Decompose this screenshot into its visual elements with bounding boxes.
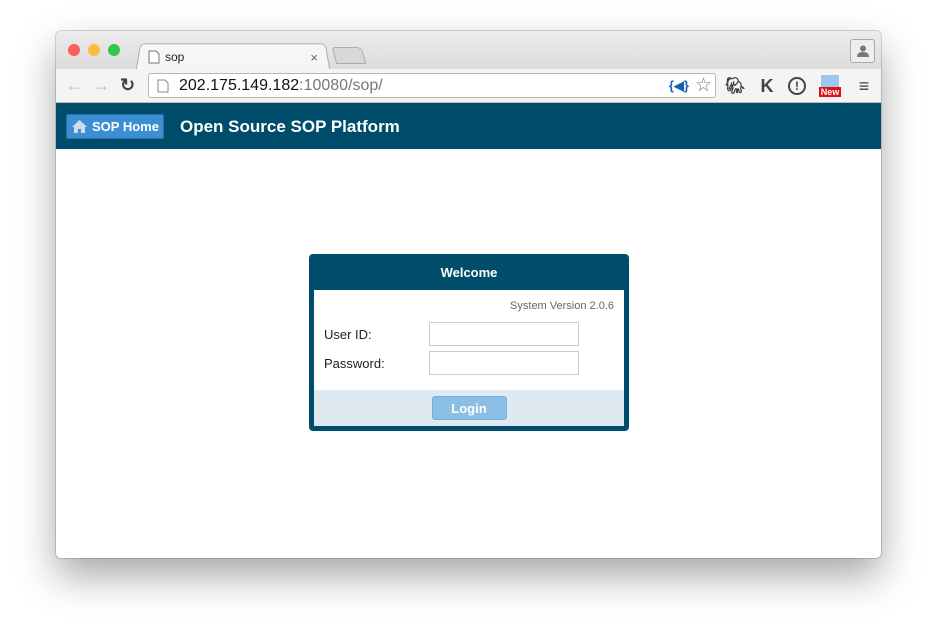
close-window-button[interactable] <box>68 44 80 56</box>
address-bar[interactable]: 202.175.149.182:10080/sop/ {◀} ☆ <box>148 73 716 98</box>
zoom-window-button[interactable] <box>108 44 120 56</box>
dialog-footer: Login <box>314 390 624 426</box>
dialog-title: Welcome <box>440 264 498 280</box>
sop-home-button[interactable]: SOP Home <box>66 114 164 139</box>
login-dialog: Welcome System Version 2.0.6 User ID: Pa… <box>309 254 629 431</box>
tab-close-icon[interactable]: × <box>310 50 318 65</box>
browser-toolbar: ← → ↻ 202.175.149.182:10080/sop/ {◀} ☆ 🐘… <box>56 69 881 103</box>
back-button[interactable]: ← <box>65 75 83 96</box>
k-extension-icon[interactable]: K <box>756 75 778 97</box>
password-manager-icon[interactable]: ! <box>788 77 806 95</box>
new-tab-button[interactable] <box>331 47 367 64</box>
home-label: SOP Home <box>92 119 159 134</box>
user-icon <box>856 45 869 57</box>
url-host: 202.175.149.182 <box>179 76 300 94</box>
evernote-icon[interactable]: 🐘︎ <box>724 75 746 97</box>
reload-button[interactable]: ↻ <box>120 75 135 96</box>
user-id-input[interactable] <box>429 322 579 346</box>
system-version: System Version 2.0.6 <box>510 300 614 312</box>
new-badge: New <box>818 87 842 97</box>
title-bar: sop × <box>56 31 881 71</box>
tab-content[interactable]: sop × <box>148 45 328 69</box>
page-icon <box>148 50 160 64</box>
site-title: Open Source SOP Platform <box>180 117 400 136</box>
home-icon <box>72 120 87 133</box>
user-id-label: User ID: <box>324 327 372 342</box>
page-icon <box>157 79 169 92</box>
new-extension-icon[interactable]: New <box>818 75 842 97</box>
profile-button[interactable] <box>850 39 875 63</box>
bookmark-star-icon[interactable]: ☆ <box>695 74 712 97</box>
url-path: :10080/sop/ <box>299 76 383 94</box>
menu-icon[interactable]: ≡ <box>853 75 875 97</box>
forward-button[interactable]: → <box>92 75 110 96</box>
login-button[interactable]: Login <box>431 396 507 420</box>
tab-title: sop <box>165 50 185 64</box>
dialog-body: System Version 2.0.6 User ID: Password: <box>314 290 624 390</box>
minimize-window-button[interactable] <box>88 44 100 56</box>
browser-window: sop × ← → ↻ 202.175.149.182:10080/sop/ {… <box>56 31 881 558</box>
share-extension-icon[interactable]: {◀} <box>669 78 689 94</box>
site-header: SOP Home Open Source SOP Platform <box>56 103 881 149</box>
password-input[interactable] <box>429 351 579 375</box>
password-label: Password: <box>324 356 385 371</box>
